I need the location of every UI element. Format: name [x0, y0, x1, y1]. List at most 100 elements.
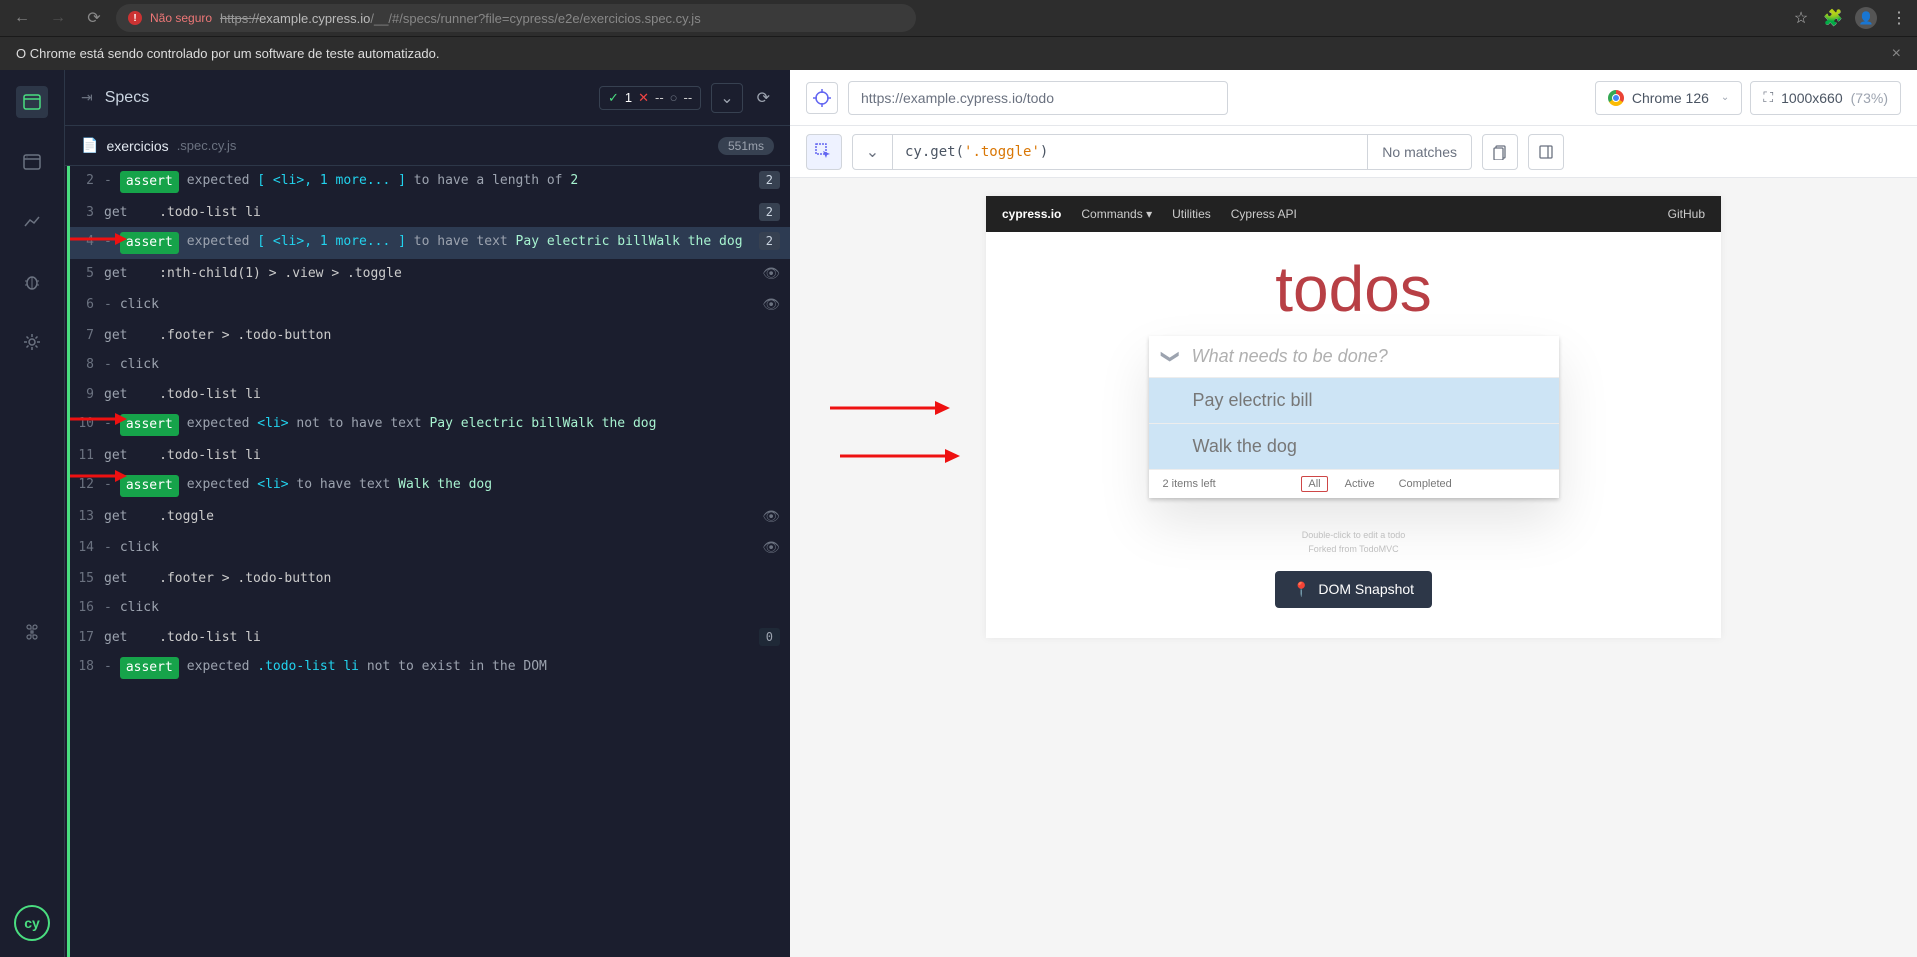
sidebar-item-debug[interactable]: [16, 266, 48, 298]
selector-input-group: ⌄ cy.get('.toggle') No matches: [852, 134, 1472, 170]
automation-banner: O Chrome está sendo controlado por um so…: [0, 36, 1917, 70]
command-icon: [22, 622, 42, 642]
snapshot-eye-icon[interactable]: 👁: [762, 295, 780, 316]
command-row[interactable]: 5get :nth-child(1) > .view > .toggle👁: [70, 259, 790, 290]
browser-selector[interactable]: Chrome 126 ⌄: [1595, 81, 1742, 115]
extensions-icon[interactable]: 🧩: [1823, 8, 1843, 28]
specs-title: Specs: [105, 89, 149, 107]
nav-github[interactable]: GitHub: [1668, 207, 1705, 221]
forward-button[interactable]: →: [44, 4, 72, 32]
command-number: 15: [70, 569, 94, 589]
spec-file-row[interactable]: 📄 exercicios .spec.cy.js 551ms: [65, 126, 790, 166]
options-dropdown[interactable]: ⌄: [711, 83, 742, 113]
snapshot-eye-icon[interactable]: 👁: [762, 507, 780, 528]
snapshot-eye-icon[interactable]: 👁: [762, 264, 780, 285]
toggle-all-icon[interactable]: ❯: [1160, 349, 1181, 364]
file-icon: 📄: [81, 137, 98, 154]
annotation-arrow: [67, 229, 127, 249]
url-text: https://example.cypress.io/__/#/specs/ru…: [220, 11, 701, 26]
command-row[interactable]: 3get .todo-list li2: [70, 198, 790, 228]
spec-name: exercicios: [106, 138, 168, 154]
command-row[interactable]: 2-assert expected [ <li>, 1 more... ] to…: [70, 166, 790, 198]
fail-x-icon: ✕: [638, 90, 649, 106]
insecure-icon: !: [128, 11, 142, 25]
command-row[interactable]: 11get .todo-list li: [70, 441, 790, 471]
print-selector-button[interactable]: [1528, 134, 1564, 170]
pin-icon: 📍: [1293, 581, 1310, 598]
sidebar-item-runs[interactable]: [16, 146, 48, 178]
sidebar-item-settings[interactable]: [16, 326, 48, 358]
sidebar-item-shortcuts[interactable]: [16, 616, 48, 648]
copy-selector-button[interactable]: [1482, 134, 1518, 170]
address-bar[interactable]: ! Não seguro https://example.cypress.io/…: [116, 4, 916, 32]
command-row[interactable]: 13get .toggle👁: [70, 502, 790, 533]
nav-commands[interactable]: Commands ▾: [1081, 207, 1152, 221]
command-row[interactable]: 9get .todo-list li: [70, 380, 790, 410]
selector-playground-bar: ⌄ cy.get('.toggle') No matches: [790, 126, 1917, 178]
command-row[interactable]: 12-assert expected <li> to have text Wal…: [70, 470, 790, 502]
new-todo-input[interactable]: What needs to be done?: [1192, 346, 1545, 367]
bug-icon: [22, 272, 42, 292]
viewport-selector[interactable]: ⛶ 1000x660 (73%): [1750, 81, 1901, 115]
aut-panel: https://example.cypress.io/todo Chrome 1…: [790, 70, 1917, 957]
cypress-logo[interactable]: cy: [14, 905, 50, 941]
command-number: 2: [70, 171, 94, 191]
selector-code[interactable]: cy.get('.toggle'): [893, 144, 1367, 160]
command-row[interactable]: 7get .footer > .todo-button: [70, 321, 790, 351]
sidebar-item-graph[interactable]: [16, 206, 48, 238]
app-under-test: cypress.io Commands ▾ Utilities Cypress …: [986, 196, 1721, 638]
command-log[interactable]: 2-assert expected [ <li>, 1 more... ] to…: [67, 166, 790, 957]
command-number: 9: [70, 385, 94, 405]
command-row[interactable]: 14-click👁: [70, 533, 790, 564]
todo-item[interactable]: Walk the dog: [1149, 424, 1559, 470]
nav-cypress-api[interactable]: Cypress API: [1231, 207, 1297, 221]
command-number: 3: [70, 203, 94, 223]
dom-snapshot-button[interactable]: 📍 DOM Snapshot: [1275, 571, 1432, 608]
nav-utilities[interactable]: Utilities: [1172, 207, 1211, 221]
method-dropdown[interactable]: ⌄: [853, 135, 893, 169]
command-row[interactable]: 15get .footer > .todo-button: [70, 564, 790, 594]
command-log-panel: ⇥ Specs ✓ 1 ✕ -- ○ -- ⌄ ⟳ 📄 exercicios .…: [64, 70, 790, 957]
specs-header: ⇥ Specs ✓ 1 ✕ -- ○ -- ⌄ ⟳: [65, 70, 790, 126]
pick-element-button[interactable]: [806, 134, 842, 170]
browser-menu-icon[interactable]: ⋮: [1889, 8, 1909, 28]
automation-text: O Chrome está sendo controlado por um so…: [16, 46, 439, 61]
rerun-button[interactable]: ⟳: [753, 84, 774, 112]
result-count-badge: 2: [759, 171, 780, 189]
app-brand: cypress.io: [1002, 207, 1061, 221]
filter-completed[interactable]: Completed: [1392, 476, 1459, 492]
chrome-icon: [1608, 90, 1624, 106]
command-row[interactable]: 17get .todo-list li0: [70, 623, 790, 653]
cypress-sidebar: cy: [0, 70, 64, 957]
command-row[interactable]: 16-click: [70, 593, 790, 623]
pending-count: --: [684, 90, 693, 105]
duration-badge: 551ms: [718, 137, 774, 155]
command-row[interactable]: 6-click👁: [70, 290, 790, 321]
back-button[interactable]: ←: [8, 4, 36, 32]
filter-active[interactable]: Active: [1338, 476, 1382, 492]
command-row[interactable]: 18-assert expected .todo-list li not to …: [70, 652, 790, 684]
sidebar-item-specs[interactable]: [16, 86, 48, 118]
assert-badge: assert: [120, 475, 179, 497]
filter-all[interactable]: All: [1301, 476, 1327, 492]
collapse-icon[interactable]: ⇥: [81, 89, 93, 106]
reload-button[interactable]: ⟳: [80, 4, 108, 32]
command-row[interactable]: 4-assert expected [ <li>, 1 more... ] to…: [70, 227, 790, 259]
bookmark-icon[interactable]: ☆: [1791, 8, 1811, 28]
assert-badge: assert: [120, 657, 179, 679]
todo-item[interactable]: Pay electric bill: [1149, 378, 1559, 424]
selector-playground-toggle[interactable]: [806, 82, 838, 114]
command-number: 16: [70, 598, 94, 618]
passed-count: 1: [625, 90, 632, 105]
match-count: No matches: [1367, 135, 1471, 169]
browser-label: Chrome 126: [1632, 90, 1709, 106]
banner-close-icon[interactable]: ×: [1892, 45, 1901, 63]
snapshot-eye-icon[interactable]: 👁: [762, 538, 780, 559]
command-row[interactable]: 8-click: [70, 350, 790, 380]
command-number: 7: [70, 326, 94, 346]
aut-url[interactable]: https://example.cypress.io/todo: [848, 81, 1228, 115]
command-row[interactable]: 10-assert expected <li> not to have text…: [70, 409, 790, 441]
result-count-badge: 0: [759, 628, 780, 646]
window-icon: [22, 92, 42, 112]
profile-avatar[interactable]: 👤: [1855, 7, 1877, 29]
